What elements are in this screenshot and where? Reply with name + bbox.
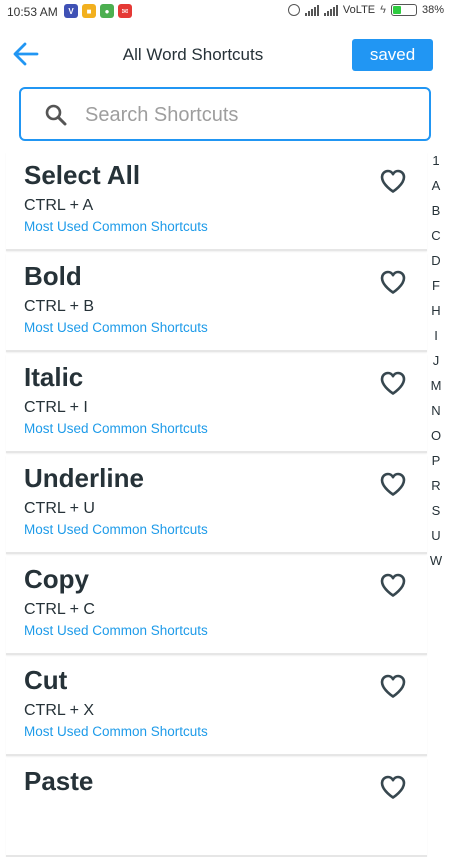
app-header: All Word Shortcuts saved xyxy=(0,28,450,80)
signal-icon xyxy=(304,4,319,16)
heart-icon[interactable] xyxy=(379,471,407,497)
shortcut-category: Most Used Common Shortcuts xyxy=(24,421,208,436)
notification-icons: V ■ ● ✉ xyxy=(64,4,132,18)
shortcut-item[interactable]: Copy CTRL + C Most Used Common Shortcuts xyxy=(6,556,427,655)
battery-icon xyxy=(390,4,417,16)
shortcut-item[interactable]: Paste xyxy=(6,758,427,857)
heart-icon[interactable] xyxy=(379,572,407,598)
shortcut-name: Paste xyxy=(24,766,94,796)
shortcut-category: Most Used Common Shortcuts xyxy=(24,522,208,537)
shortcut-category: Most Used Common Shortcuts xyxy=(24,623,208,638)
heart-icon[interactable] xyxy=(379,370,407,396)
alarm-icon xyxy=(287,4,300,16)
mail-icon: ✉ xyxy=(118,4,132,18)
battery-percent: 38% xyxy=(421,4,444,16)
index-letter[interactable]: 1 xyxy=(432,152,439,177)
shortcut-keys: CTRL + U xyxy=(24,500,95,517)
saved-button[interactable]: saved xyxy=(352,39,433,71)
shortcut-name: Underline xyxy=(24,463,144,493)
android-icon: ● xyxy=(100,4,114,18)
index-letter[interactable]: B xyxy=(432,202,441,227)
shortcut-keys: CTRL + A xyxy=(24,197,94,214)
status-bar: 10:53 AM V ■ ● ✉ VoLTE ϟ 38% xyxy=(0,0,450,24)
heart-icon[interactable] xyxy=(379,673,407,699)
shortcut-item[interactable]: Underline CTRL + U Most Used Common Shortc… xyxy=(6,455,427,554)
shortcut-category: Most Used Common Shortcuts xyxy=(24,320,208,335)
index-letter[interactable]: C xyxy=(431,227,440,252)
index-letter[interactable]: S xyxy=(432,502,441,527)
index-letter[interactable]: I xyxy=(434,327,438,352)
index-letter[interactable]: O xyxy=(431,427,441,452)
index-letter[interactable]: N xyxy=(431,402,440,427)
shortcut-keys: CTRL + C xyxy=(24,601,95,618)
status-right: VoLTE ϟ 38% xyxy=(287,4,444,16)
index-letter[interactable]: R xyxy=(431,477,440,502)
signal-icon xyxy=(323,4,338,16)
network-label: VoLTE xyxy=(342,4,376,16)
index-letter[interactable]: M xyxy=(431,377,442,402)
shortcut-name: Cut xyxy=(24,665,68,695)
index-letter[interactable]: J xyxy=(433,352,440,377)
shortcut-keys: CTRL + X xyxy=(24,702,95,719)
index-letter[interactable]: U xyxy=(431,527,440,552)
charging-icon: ϟ xyxy=(380,4,386,16)
search-icon xyxy=(45,104,67,126)
shortcut-list: Select All CTRL + A Most Used Common Short… xyxy=(0,152,430,857)
search-input[interactable] xyxy=(83,97,417,133)
shortcut-item[interactable]: Italic CTRL + I Most Used Common Shortcuts xyxy=(6,354,427,453)
alphabet-index[interactable]: 1ABCDFHIJMNOPRSUW xyxy=(425,152,447,577)
shortcut-name: Select All xyxy=(24,160,141,190)
index-letter[interactable]: H xyxy=(431,302,440,327)
index-letter[interactable]: W xyxy=(430,552,442,577)
shortcut-item[interactable]: Select All CTRL + A Most Used Common Short… xyxy=(6,152,427,251)
index-letter[interactable]: P xyxy=(432,452,441,477)
status-time: 10:53 AM xyxy=(7,5,58,19)
shortcut-item[interactable]: Cut CTRL + X Most Used Common Shortcuts xyxy=(6,657,427,756)
page-title: All Word Shortcuts xyxy=(122,45,264,64)
shortcut-name: Italic xyxy=(24,362,84,392)
index-letter[interactable]: F xyxy=(432,277,440,302)
shortcut-category: Most Used Common Shortcuts xyxy=(24,724,208,739)
heart-icon[interactable] xyxy=(379,168,407,194)
heart-icon[interactable] xyxy=(379,774,407,800)
shortcut-name: Bold xyxy=(24,261,82,291)
shortcut-item[interactable]: Bold CTRL + B Most Used Common Shortcuts xyxy=(6,253,427,352)
shortcut-keys: CTRL + I xyxy=(24,399,88,416)
shortcut-name: Copy xyxy=(24,564,89,594)
search-box[interactable] xyxy=(19,87,431,141)
heart-icon[interactable] xyxy=(379,269,407,295)
shortcut-category: Most Used Common Shortcuts xyxy=(24,219,208,234)
notification-icon: ■ xyxy=(82,4,96,18)
index-letter[interactable]: A xyxy=(432,177,441,202)
shield-icon: V xyxy=(64,4,78,18)
shortcut-keys: CTRL + B xyxy=(24,298,95,315)
index-letter[interactable]: D xyxy=(431,252,440,277)
